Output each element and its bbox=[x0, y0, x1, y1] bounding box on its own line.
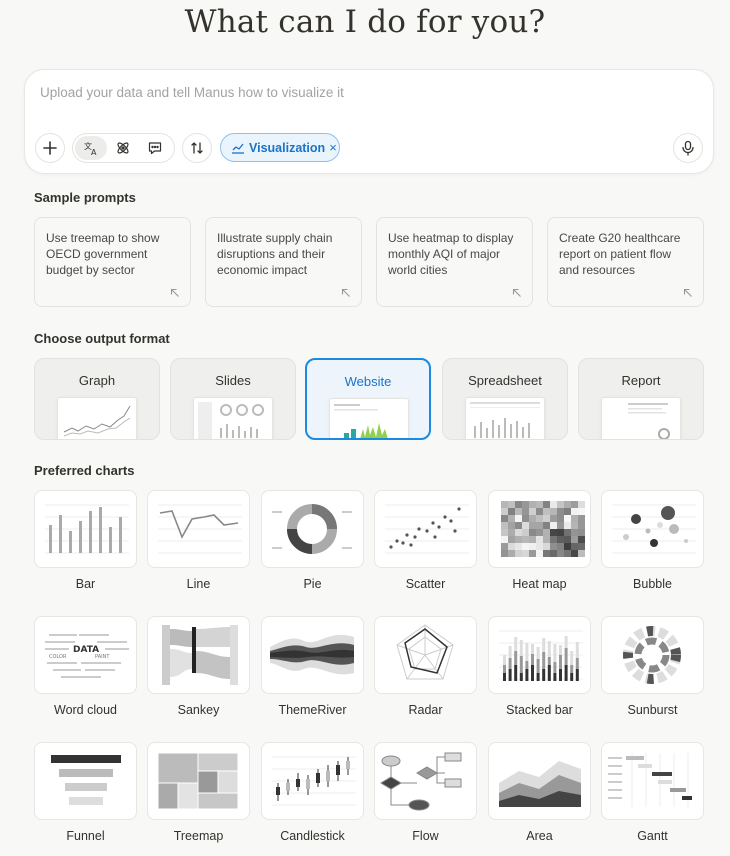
chart-option-treemap[interactable] bbox=[147, 742, 250, 820]
chart-label: Pie bbox=[303, 577, 322, 591]
format-label: Graph bbox=[78, 373, 116, 388]
sample-prompt-text: Illustrate supply chain disruptions and … bbox=[217, 231, 333, 277]
swap-icon bbox=[191, 142, 203, 154]
chart-label: Sunburst bbox=[627, 703, 678, 717]
svg-text:PAINT: PAINT bbox=[95, 654, 110, 660]
chart-option-stacked-bar[interactable] bbox=[488, 616, 591, 694]
translate-icon: 文A bbox=[84, 141, 97, 156]
chart-label: Area bbox=[526, 829, 553, 843]
report-thumbnail bbox=[601, 397, 681, 439]
spreadsheet-thumbnail bbox=[465, 397, 545, 439]
sample-prompt-text: Create G20 healthcare report on patient … bbox=[559, 231, 681, 277]
chat-icon bbox=[148, 142, 162, 155]
voice-input-button[interactable] bbox=[673, 133, 703, 163]
chart-option-heat-map[interactable] bbox=[488, 490, 591, 568]
visualization-chip[interactable]: Visualization × bbox=[220, 133, 340, 162]
arrow-up-left-icon bbox=[341, 288, 350, 297]
chart-label: Funnel bbox=[66, 829, 105, 843]
chart-label: ThemeRiver bbox=[278, 703, 347, 717]
preferred-charts-heading: Preferred charts bbox=[34, 463, 135, 478]
chart-option-flow[interactable] bbox=[374, 742, 477, 820]
chart-option-bubble[interactable] bbox=[601, 490, 704, 568]
chart-label: Gantt bbox=[637, 829, 668, 843]
add-button[interactable] bbox=[35, 133, 65, 163]
chart-label: Line bbox=[186, 577, 211, 591]
format-label: Website bbox=[344, 374, 392, 389]
chart-label: Bubble bbox=[633, 577, 672, 591]
atom-icon bbox=[117, 142, 129, 154]
svg-text:COLOR: COLOR bbox=[49, 654, 67, 660]
sample-prompt-text: Use treemap to show OECD government budg… bbox=[46, 231, 160, 277]
sample-prompt-card[interactable]: Use heatmap to display monthly AQI of ma… bbox=[376, 217, 533, 307]
chart-option-gantt[interactable] bbox=[601, 742, 704, 820]
chart-option-bar[interactable] bbox=[34, 490, 137, 568]
page-title: What can I do for you? bbox=[184, 4, 546, 40]
chart-option-line[interactable] bbox=[147, 490, 250, 568]
format-label: Spreadsheet bbox=[468, 373, 542, 388]
format-option-website[interactable]: Website bbox=[305, 358, 431, 440]
chip-label: Visualization bbox=[249, 140, 326, 155]
output-format-heading: Choose output format bbox=[34, 331, 170, 346]
sample-prompt-card[interactable]: Illustrate supply chain disruptions and … bbox=[205, 217, 362, 307]
chat-mode-button[interactable] bbox=[139, 136, 171, 160]
arrow-up-left-icon bbox=[512, 288, 521, 297]
slides-thumbnail bbox=[193, 397, 273, 439]
format-label: Report bbox=[621, 373, 661, 388]
graph-thumbnail bbox=[57, 397, 137, 439]
format-option-graph[interactable]: Graph bbox=[34, 358, 160, 440]
close-icon[interactable]: × bbox=[329, 140, 337, 155]
format-option-slides[interactable]: Slides bbox=[170, 358, 296, 440]
chart-label: Flow bbox=[412, 829, 439, 843]
format-option-report[interactable]: Report bbox=[578, 358, 704, 440]
chart-label: Scatter bbox=[405, 577, 446, 591]
mic-icon bbox=[682, 140, 694, 156]
chart-option-candlestick[interactable] bbox=[261, 742, 364, 820]
mode-toggle-group: 文A bbox=[72, 133, 175, 163]
sample-prompt-text: Use heatmap to display monthly AQI of ma… bbox=[388, 231, 514, 277]
plus-icon bbox=[43, 141, 57, 155]
chart-option-sankey[interactable] bbox=[147, 616, 250, 694]
chart-label: Candlestick bbox=[280, 829, 345, 843]
translate-mode-button[interactable]: 文A bbox=[75, 136, 107, 160]
chart-option-funnel[interactable] bbox=[34, 742, 137, 820]
sample-prompts-heading: Sample prompts bbox=[34, 190, 136, 205]
svg-text:A: A bbox=[91, 148, 97, 156]
swap-button[interactable] bbox=[182, 133, 212, 163]
chart-label: Word cloud bbox=[54, 703, 117, 717]
arrow-up-left-icon bbox=[683, 288, 692, 297]
chart-option-word-cloud[interactable]: DATA COLOR PAINT bbox=[34, 616, 137, 694]
chart-label: Heat map bbox=[512, 577, 567, 591]
format-option-spreadsheet[interactable]: Spreadsheet bbox=[442, 358, 568, 440]
chart-option-sunburst[interactable] bbox=[601, 616, 704, 694]
chart-label: Radar bbox=[408, 703, 443, 717]
prompt-input[interactable]: Upload your data and tell Manus how to v… bbox=[40, 85, 344, 100]
sample-prompt-card[interactable]: Use treemap to show OECD government budg… bbox=[34, 217, 191, 307]
chart-option-scatter[interactable] bbox=[374, 490, 477, 568]
sample-prompt-card[interactable]: Create G20 healthcare report on patient … bbox=[547, 217, 704, 307]
chart-option-area[interactable] bbox=[488, 742, 591, 820]
chart-label: Treemap bbox=[173, 829, 224, 843]
chart-line-icon bbox=[232, 143, 244, 154]
chart-label: Stacked bar bbox=[506, 703, 573, 717]
website-thumbnail bbox=[329, 398, 409, 438]
chart-label: Bar bbox=[75, 577, 96, 591]
format-label: Slides bbox=[215, 373, 251, 388]
arrow-up-left-icon bbox=[170, 288, 179, 297]
chart-option-radar[interactable] bbox=[374, 616, 477, 694]
atom-mode-button[interactable] bbox=[107, 136, 139, 160]
chart-option-themeriver[interactable] bbox=[261, 616, 364, 694]
chart-label: Sankey bbox=[177, 703, 220, 717]
chart-option-pie[interactable] bbox=[261, 490, 364, 568]
prompt-composer[interactable]: Upload your data and tell Manus how to v… bbox=[24, 69, 714, 174]
